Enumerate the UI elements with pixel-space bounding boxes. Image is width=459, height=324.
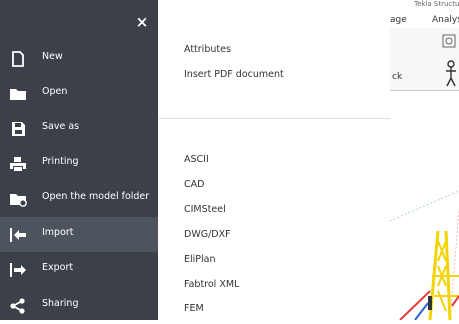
sidebar-item-label: Import	[42, 227, 74, 238]
sidebar-item-label: Save as	[42, 121, 80, 132]
ribbon-label-partial: ck	[392, 72, 403, 82]
close-menu-button[interactable]: ×	[134, 14, 150, 30]
model-structure-graphic	[389, 190, 459, 321]
person-tool-icon[interactable]	[445, 60, 457, 88]
sidebar-item-printing[interactable]: Printing	[0, 146, 158, 181]
submenu-item-dwg-dxf[interactable]: DWG/DXF	[184, 229, 231, 240]
save-icon	[12, 122, 25, 136]
tab-partial[interactable]: age	[390, 15, 407, 25]
submenu-item-fabtrol-xml[interactable]: Fabtrol XML	[184, 279, 239, 290]
submenu-item-eliplan[interactable]: EliPlan	[184, 254, 216, 265]
folder-icon	[10, 89, 26, 100]
folder-settings-icon	[10, 194, 27, 207]
sidebar-item-label: Open	[42, 86, 68, 97]
tab-partial[interactable]: Analys	[432, 15, 459, 25]
model-viewport[interactable]	[389, 91, 459, 321]
submenu-item-insert-pdf[interactable]: Insert PDF document	[184, 69, 284, 80]
sidebar-item-label: New	[42, 51, 63, 62]
printer-icon	[10, 157, 26, 171]
sidebar-item-label: Open the model folder	[42, 191, 150, 202]
submenu-top-section: Attributes Insert PDF document	[158, 0, 390, 118]
submenu-item-cimsteel[interactable]: CIMSteel	[184, 204, 226, 215]
ribbon-tabs: age Analys	[390, 12, 459, 29]
sidebar-item-new[interactable]: New	[0, 41, 158, 76]
sidebar-item-save-as[interactable]: Save as	[0, 111, 158, 146]
background-application: Tekla Structures age Analys ck	[389, 0, 459, 321]
sidebar-item-open[interactable]: Open	[0, 76, 158, 111]
submenu-item-cad[interactable]: CAD	[184, 179, 204, 190]
sidebar-item-label: Export	[42, 262, 74, 273]
submenu-divider	[158, 118, 390, 119]
sidebar-item-export[interactable]: Export	[0, 252, 158, 287]
import-submenu: Attributes Insert PDF document ASCII CAD…	[158, 0, 391, 320]
window-title-partial: Tekla Structures	[414, 0, 459, 8]
submenu-item-fem[interactable]: FEM	[184, 303, 204, 314]
ribbon-panel: ck	[390, 28, 459, 91]
file-menu-sidebar: × New Open Save as Printing Open the mod…	[0, 0, 158, 320]
new-document-icon	[12, 51, 24, 67]
submenu-item-ascii[interactable]: ASCII	[184, 154, 209, 165]
share-icon	[10, 298, 25, 314]
sidebar-item-sharing[interactable]: Sharing	[0, 288, 158, 323]
import-arrow-icon	[10, 228, 26, 242]
export-arrow-icon	[10, 263, 26, 277]
sidebar-item-label: Printing	[42, 156, 79, 167]
submenu-item-attributes[interactable]: Attributes	[184, 44, 231, 55]
sidebar-item-open-model-folder[interactable]: Open the model folder	[0, 181, 158, 216]
sidebar-item-import[interactable]: Import	[0, 217, 158, 252]
settings-tool-icon[interactable]	[442, 34, 456, 48]
sidebar-item-label: Sharing	[42, 298, 79, 309]
